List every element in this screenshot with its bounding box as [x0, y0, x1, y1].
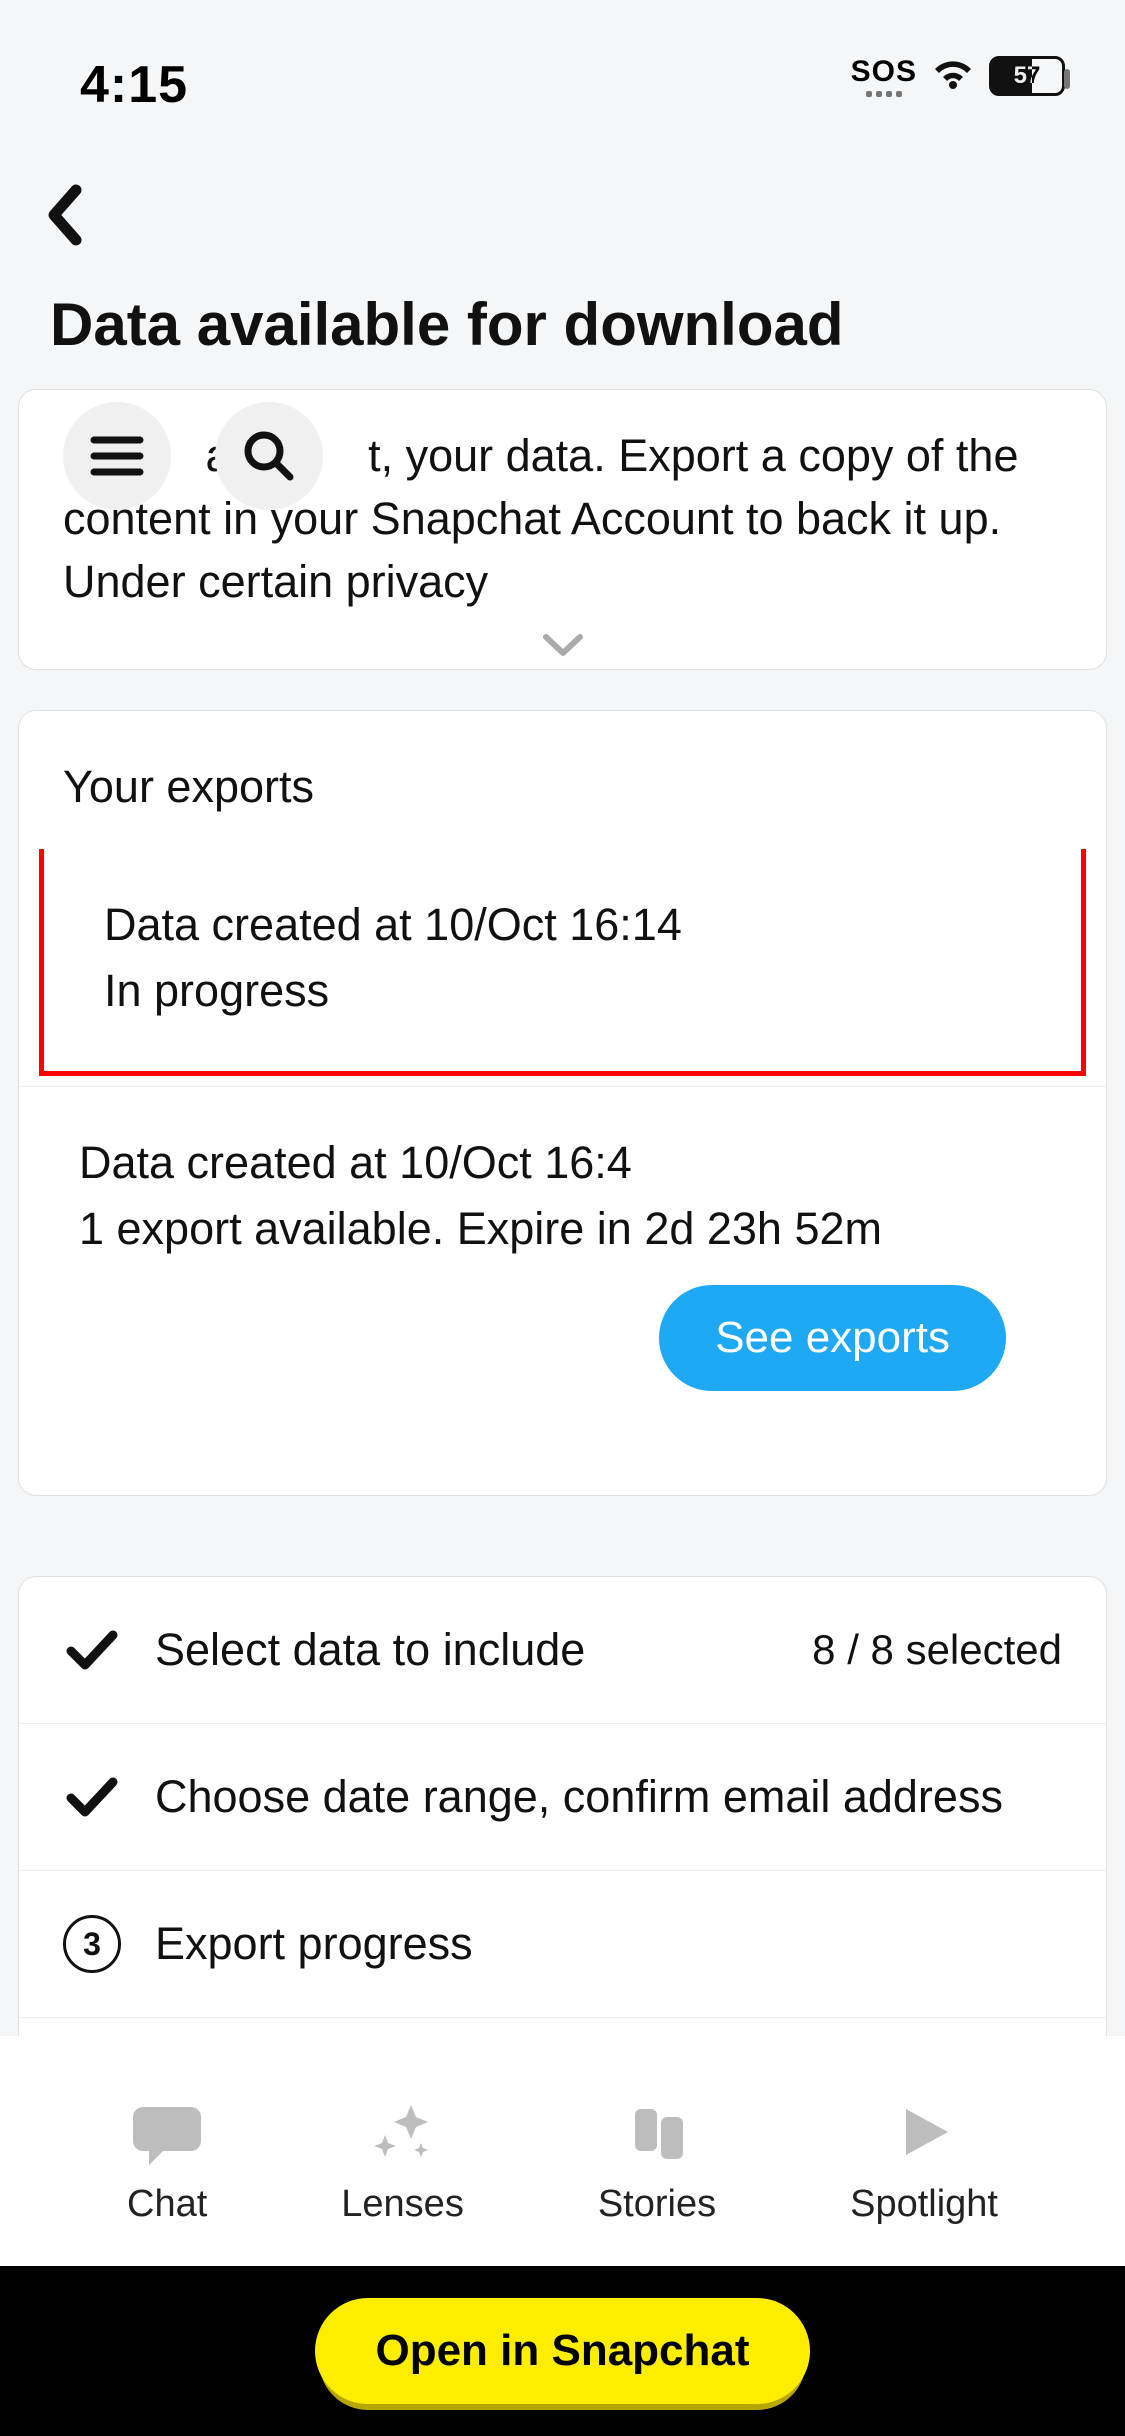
intro-obscured-right: t, your data.: [368, 430, 606, 481]
step-row-select-data[interactable]: Select data to include 8 / 8 selected: [19, 1577, 1106, 1724]
status-right: SOS 57: [851, 55, 1065, 97]
exports-section-title: Your exports: [19, 711, 1106, 849]
export-item-highlighted[interactable]: Data created at 10/Oct 16:14 In progress: [39, 849, 1086, 1076]
step-label: Export progress: [155, 1918, 473, 1970]
tab-stories[interactable]: Stories: [598, 2097, 716, 2226]
checkmark-icon: [63, 1621, 121, 1679]
status-time: 4:15: [80, 55, 188, 115]
status-bar: 4:15 SOS 57: [0, 0, 1125, 140]
footer-bar: Open in Snapchat: [0, 2266, 1125, 2436]
step-selected-count: 8 / 8 selected: [812, 1626, 1062, 1674]
see-exports-button[interactable]: See exports: [659, 1285, 1006, 1391]
exports-card: Your exports Data created at 10/Oct 16:1…: [18, 710, 1107, 1496]
tab-chat[interactable]: Chat: [127, 2097, 207, 2226]
nav-bar: [0, 140, 1125, 290]
search-icon: [240, 427, 298, 485]
wifi-icon: [931, 59, 975, 93]
step-number-badge: 3: [63, 1915, 121, 1973]
tab-spotlight[interactable]: Spotlight: [850, 2097, 998, 2226]
play-icon: [884, 2097, 964, 2167]
search-button[interactable]: [215, 402, 323, 510]
sparkle-icon: [363, 2097, 443, 2167]
export-item-status: In progress: [104, 965, 1021, 1017]
stories-icon: [617, 2097, 697, 2167]
back-button[interactable]: [36, 180, 96, 250]
intro-card: ac t, your data. Export a copy of the co…: [18, 389, 1107, 670]
step-label: Choose date range, confirm email address: [155, 1771, 1003, 1823]
checkmark-icon: [63, 1768, 121, 1826]
expand-button[interactable]: [540, 631, 586, 659]
tab-lenses[interactable]: Lenses: [341, 2097, 464, 2226]
bottom-tab-bar: Chat Lenses Stories Spotlight: [0, 2036, 1125, 2266]
chevron-down-icon: [540, 631, 586, 659]
menu-button[interactable]: [63, 402, 171, 510]
page-title: Data available for download: [0, 290, 1125, 389]
chat-icon: [127, 2097, 207, 2167]
export-item-status: 1 export available. Expire in 2d 23h 52m: [79, 1203, 1046, 1255]
hamburger-icon: [90, 434, 144, 478]
export-item[interactable]: Data created at 10/Oct 16:4 1 export ava…: [19, 1086, 1106, 1495]
export-item-title: Data created at 10/Oct 16:4: [79, 1137, 1046, 1189]
battery-icon: 57: [989, 56, 1065, 96]
step-row-date-range[interactable]: Choose date range, confirm email address: [19, 1724, 1106, 1871]
open-in-snapchat-button[interactable]: Open in Snapchat: [315, 2298, 809, 2404]
step-row-export-progress[interactable]: 3 Export progress: [19, 1871, 1106, 2018]
step-label: Select data to include: [155, 1624, 585, 1676]
sos-indicator: SOS: [851, 55, 917, 97]
export-item-title: Data created at 10/Oct 16:14: [104, 899, 1021, 951]
steps-card: Select data to include 8 / 8 selected Ch…: [18, 1576, 1107, 2058]
